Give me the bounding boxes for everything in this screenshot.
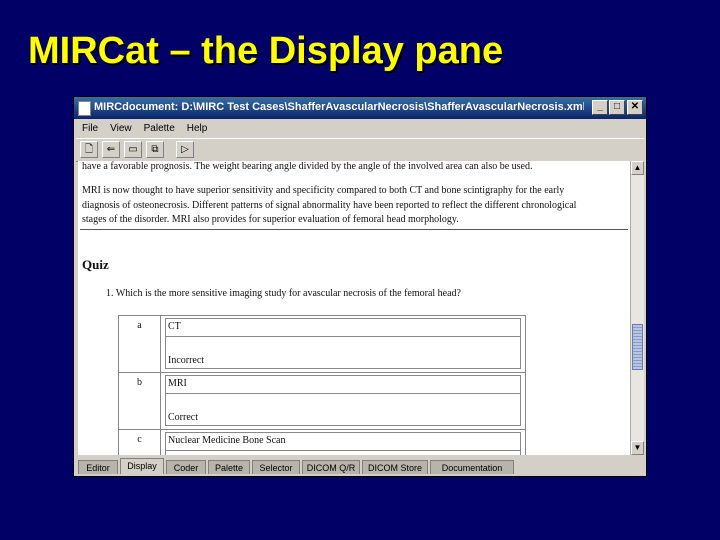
menu-file[interactable]: File (76, 121, 104, 137)
menu-palette[interactable]: Palette (138, 121, 181, 137)
tab-selector[interactable]: Selector (252, 460, 300, 474)
answer-divider (166, 393, 520, 394)
answer-letter: c (119, 430, 161, 455)
tab-dicom-store[interactable]: DICOM Store (362, 460, 428, 474)
tab-dicom-qr[interactable]: DICOM Q/R (302, 460, 360, 474)
document-icon (78, 101, 91, 116)
tab-palette[interactable]: Palette (208, 460, 250, 474)
menu-help[interactable]: Help (181, 121, 214, 137)
menu-view[interactable]: View (104, 121, 138, 137)
quiz-question: 1. Which is the more sensitive imaging s… (106, 288, 461, 299)
open-icon[interactable]: ⇐ (102, 141, 120, 158)
answer-cell[interactable]: Nuclear Medicine Bone Scan (165, 432, 521, 455)
mirc-document-window: MIRCdocument: D:\MIRC Test Cases\Shaffer… (73, 96, 647, 477)
scroll-down-icon[interactable]: ▼ (631, 441, 644, 455)
preview-icon[interactable]: ▷ (176, 141, 194, 158)
paragraph-line-1: MRI is now thought to have superior sens… (82, 185, 565, 196)
menu-bar: File View Palette Help (76, 121, 644, 137)
close-button[interactable]: ✕ (627, 100, 643, 115)
answer-letter: a (119, 316, 161, 372)
paragraph-text: have a favorable prognosis. The weight b… (82, 161, 533, 172)
copy-icon[interactable]: ⧉ (146, 141, 164, 158)
display-pane[interactable]: have a favorable prognosis. The weight b… (78, 161, 630, 455)
answer-row: a CT Incorrect (119, 316, 525, 373)
pane-tabs: Editor Display Coder Palette Selector DI… (76, 458, 644, 474)
window-titlebar[interactable]: MIRCdocument: D:\MIRC Test Cases\Shaffer… (74, 97, 646, 119)
maximize-button[interactable]: □ (609, 100, 625, 115)
answer-text: MRI (168, 378, 187, 389)
tab-coder[interactable]: Coder (166, 460, 206, 474)
answer-row: b MRI Correct (119, 373, 525, 430)
tab-documentation[interactable]: Documentation (430, 460, 514, 474)
quiz-heading: Quiz (82, 257, 109, 272)
answer-table: a CT Incorrect b MRI Correct c Nuclear M… (118, 315, 526, 455)
paragraph-line-3: stages of the disorder. MRI also provide… (82, 214, 459, 225)
tab-editor[interactable]: Editor (78, 460, 118, 474)
new-doc-icon[interactable]: 🗋 (80, 141, 98, 158)
section-divider (80, 229, 628, 230)
answer-text: CT (168, 321, 181, 332)
answer-feedback: Incorrect (168, 355, 205, 366)
answer-divider (166, 450, 520, 451)
answer-feedback: Correct (168, 412, 198, 423)
answer-text: Nuclear Medicine Bone Scan (168, 435, 286, 446)
tab-display[interactable]: Display (120, 458, 164, 474)
answer-letter: b (119, 373, 161, 429)
minimize-button[interactable]: _ (592, 100, 608, 115)
answer-divider (166, 336, 520, 337)
scroll-up-icon[interactable]: ▲ (631, 161, 644, 175)
answer-row: c Nuclear Medicine Bone Scan (119, 430, 525, 455)
window-title: MIRCdocument: D:\MIRC Test Cases\Shaffer… (94, 101, 584, 113)
save-icon[interactable]: ▭ (124, 141, 142, 158)
scroll-thumb[interactable] (632, 324, 643, 370)
vertical-scrollbar[interactable]: ▲ ▼ (630, 161, 644, 455)
slide-title: MIRCat – the Display pane (28, 30, 504, 72)
answer-cell[interactable]: MRI Correct (165, 375, 521, 426)
answer-cell[interactable]: CT Incorrect (165, 318, 521, 369)
paragraph-line-2: diagnosis of osteonecrosis. Different pa… (82, 200, 577, 211)
toolbar: 🗋 ⇐ ▭ ⧉ ▷ (76, 138, 644, 162)
